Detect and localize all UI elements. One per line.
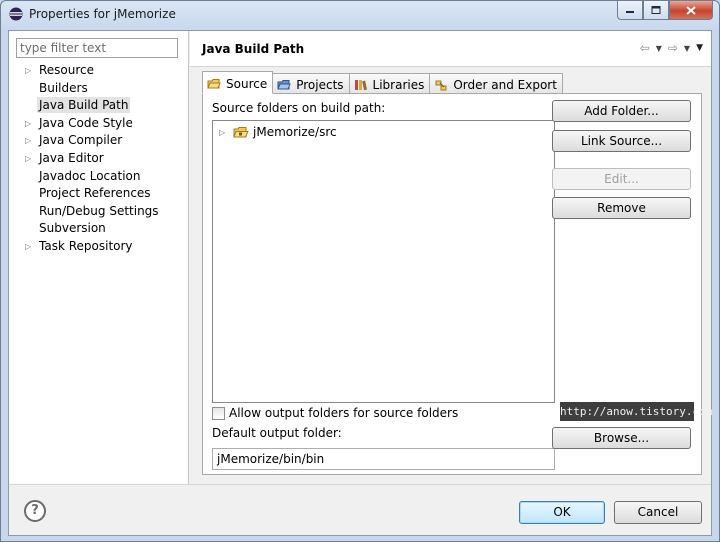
maximize-icon: [651, 6, 661, 14]
expand-arrow-icon[interactable]: ▷: [25, 115, 35, 133]
minimize-icon: [626, 11, 634, 13]
order-export-icon: [435, 80, 447, 91]
allow-output-folders-label: Allow output folders for source folders: [229, 406, 459, 420]
default-output-folder-label: Default output folder:: [212, 426, 342, 440]
maximize-button[interactable]: [643, 1, 669, 20]
source-folders-label: Source folders on build path:: [212, 101, 386, 115]
expand-arrow-icon[interactable]: ▷: [25, 132, 35, 150]
ok-button[interactable]: OK: [519, 501, 605, 524]
dialog-client-area: ▷Resource Builders Java Build Path ▷Java…: [8, 30, 712, 536]
window-controls: [617, 1, 713, 21]
nav-item-project-references[interactable]: Project References: [9, 185, 189, 203]
watermark-text: http://anow.tistory.com: [560, 402, 712, 421]
tab-source[interactable]: Source: [202, 71, 274, 94]
tab-order-and-export[interactable]: Order and Export: [429, 73, 563, 94]
expand-arrow-icon[interactable]: ▷: [25, 62, 35, 80]
project-folder-icon: [277, 80, 291, 90]
nav-item-java-compiler[interactable]: ▷ Java Compiler: [9, 132, 189, 150]
minimize-button[interactable]: [617, 1, 643, 20]
nav-item-task-repository[interactable]: ▷ Task Repository: [9, 238, 189, 256]
source-tab-panel: Source folders on build path: ▷ jMemoriz…: [202, 93, 712, 475]
add-folder-button[interactable]: Add Folder...: [552, 100, 691, 122]
help-icon[interactable]: ?: [24, 500, 46, 522]
property-page: Java Build Path ⇦ ▼ ⇨ ▼ ▼ Source Project…: [190, 31, 712, 484]
browse-button[interactable]: Browse...: [552, 427, 691, 449]
nav-item-javadoc-location[interactable]: Javadoc Location: [9, 168, 189, 186]
cancel-button[interactable]: Cancel: [614, 501, 702, 524]
package-folder-icon: [233, 126, 249, 137]
library-icon: [354, 80, 367, 91]
tab-projects[interactable]: Projects: [272, 73, 350, 94]
nav-item-resource[interactable]: ▷ Resource: [9, 62, 189, 80]
expand-arrow-icon[interactable]: ▷: [219, 128, 229, 137]
window-title: Properties for jMemorize: [29, 7, 176, 21]
eclipse-icon: [9, 7, 23, 21]
nav-item-run-debug-settings[interactable]: Run/Debug Settings: [9, 203, 189, 221]
nav-item-builders[interactable]: Builders: [9, 80, 189, 98]
properties-dialog: Properties for jMemorize ▷Resource Build…: [0, 0, 720, 542]
allow-output-folders-checkbox[interactable]: [212, 406, 225, 420]
nav-item-java-code-style[interactable]: ▷ Java Code Style: [9, 115, 189, 133]
preference-tree: ▷ Resource Builders Java Build Path ▷ Java…: [9, 62, 189, 256]
link-source-button[interactable]: Link Source...: [552, 130, 691, 152]
back-menu-chevron-icon[interactable]: ▼: [656, 44, 662, 53]
filter-input[interactable]: [16, 38, 178, 58]
close-button[interactable]: [669, 1, 713, 20]
remove-button[interactable]: Remove: [552, 197, 691, 219]
page-header: Java Build Path ⇦ ▼ ⇨ ▼ ▼: [190, 31, 711, 67]
nav-item-java-editor[interactable]: ▷ Java Editor: [9, 150, 189, 168]
tab-libraries[interactable]: Libraries: [348, 73, 431, 94]
build-path-tabs: Source Projects Libraries Order and Expo…: [202, 71, 563, 94]
expand-arrow-icon[interactable]: ▷: [25, 150, 35, 168]
back-arrow-icon[interactable]: ⇦: [640, 41, 650, 55]
edit-button[interactable]: Edit...: [552, 168, 691, 190]
close-icon: [686, 5, 696, 15]
preference-nav-pane: ▷Resource Builders Java Build Path ▷Java…: [9, 31, 189, 484]
source-folder-icon: [207, 78, 221, 88]
title-bar[interactable]: Properties for jMemorize: [1, 1, 719, 29]
default-output-folder-field[interactable]: jMemorize/bin/bin: [212, 448, 555, 470]
forward-menu-chevron-icon[interactable]: ▼: [684, 44, 690, 53]
nav-item-subversion[interactable]: Subversion: [9, 220, 189, 238]
page-title: Java Build Path: [202, 42, 305, 56]
tree-item-jmemorize-src[interactable]: ▷ jMemorize/src: [219, 125, 337, 139]
page-history-nav: ⇦ ▼ ⇨ ▼ ▼: [640, 41, 703, 55]
view-menu-icon[interactable]: ▼: [696, 43, 703, 53]
source-folder-tree[interactable]: ▷ jMemorize/src: [212, 120, 555, 403]
nav-item-java-build-path[interactable]: Java Build Path: [9, 97, 189, 115]
dialog-button-bar: ? OK Cancel: [9, 484, 711, 535]
allow-output-folders-option[interactable]: Allow output folders for source folders: [212, 406, 458, 420]
forward-arrow-icon[interactable]: ⇨: [668, 41, 678, 55]
expand-arrow-icon[interactable]: ▷: [25, 238, 35, 256]
